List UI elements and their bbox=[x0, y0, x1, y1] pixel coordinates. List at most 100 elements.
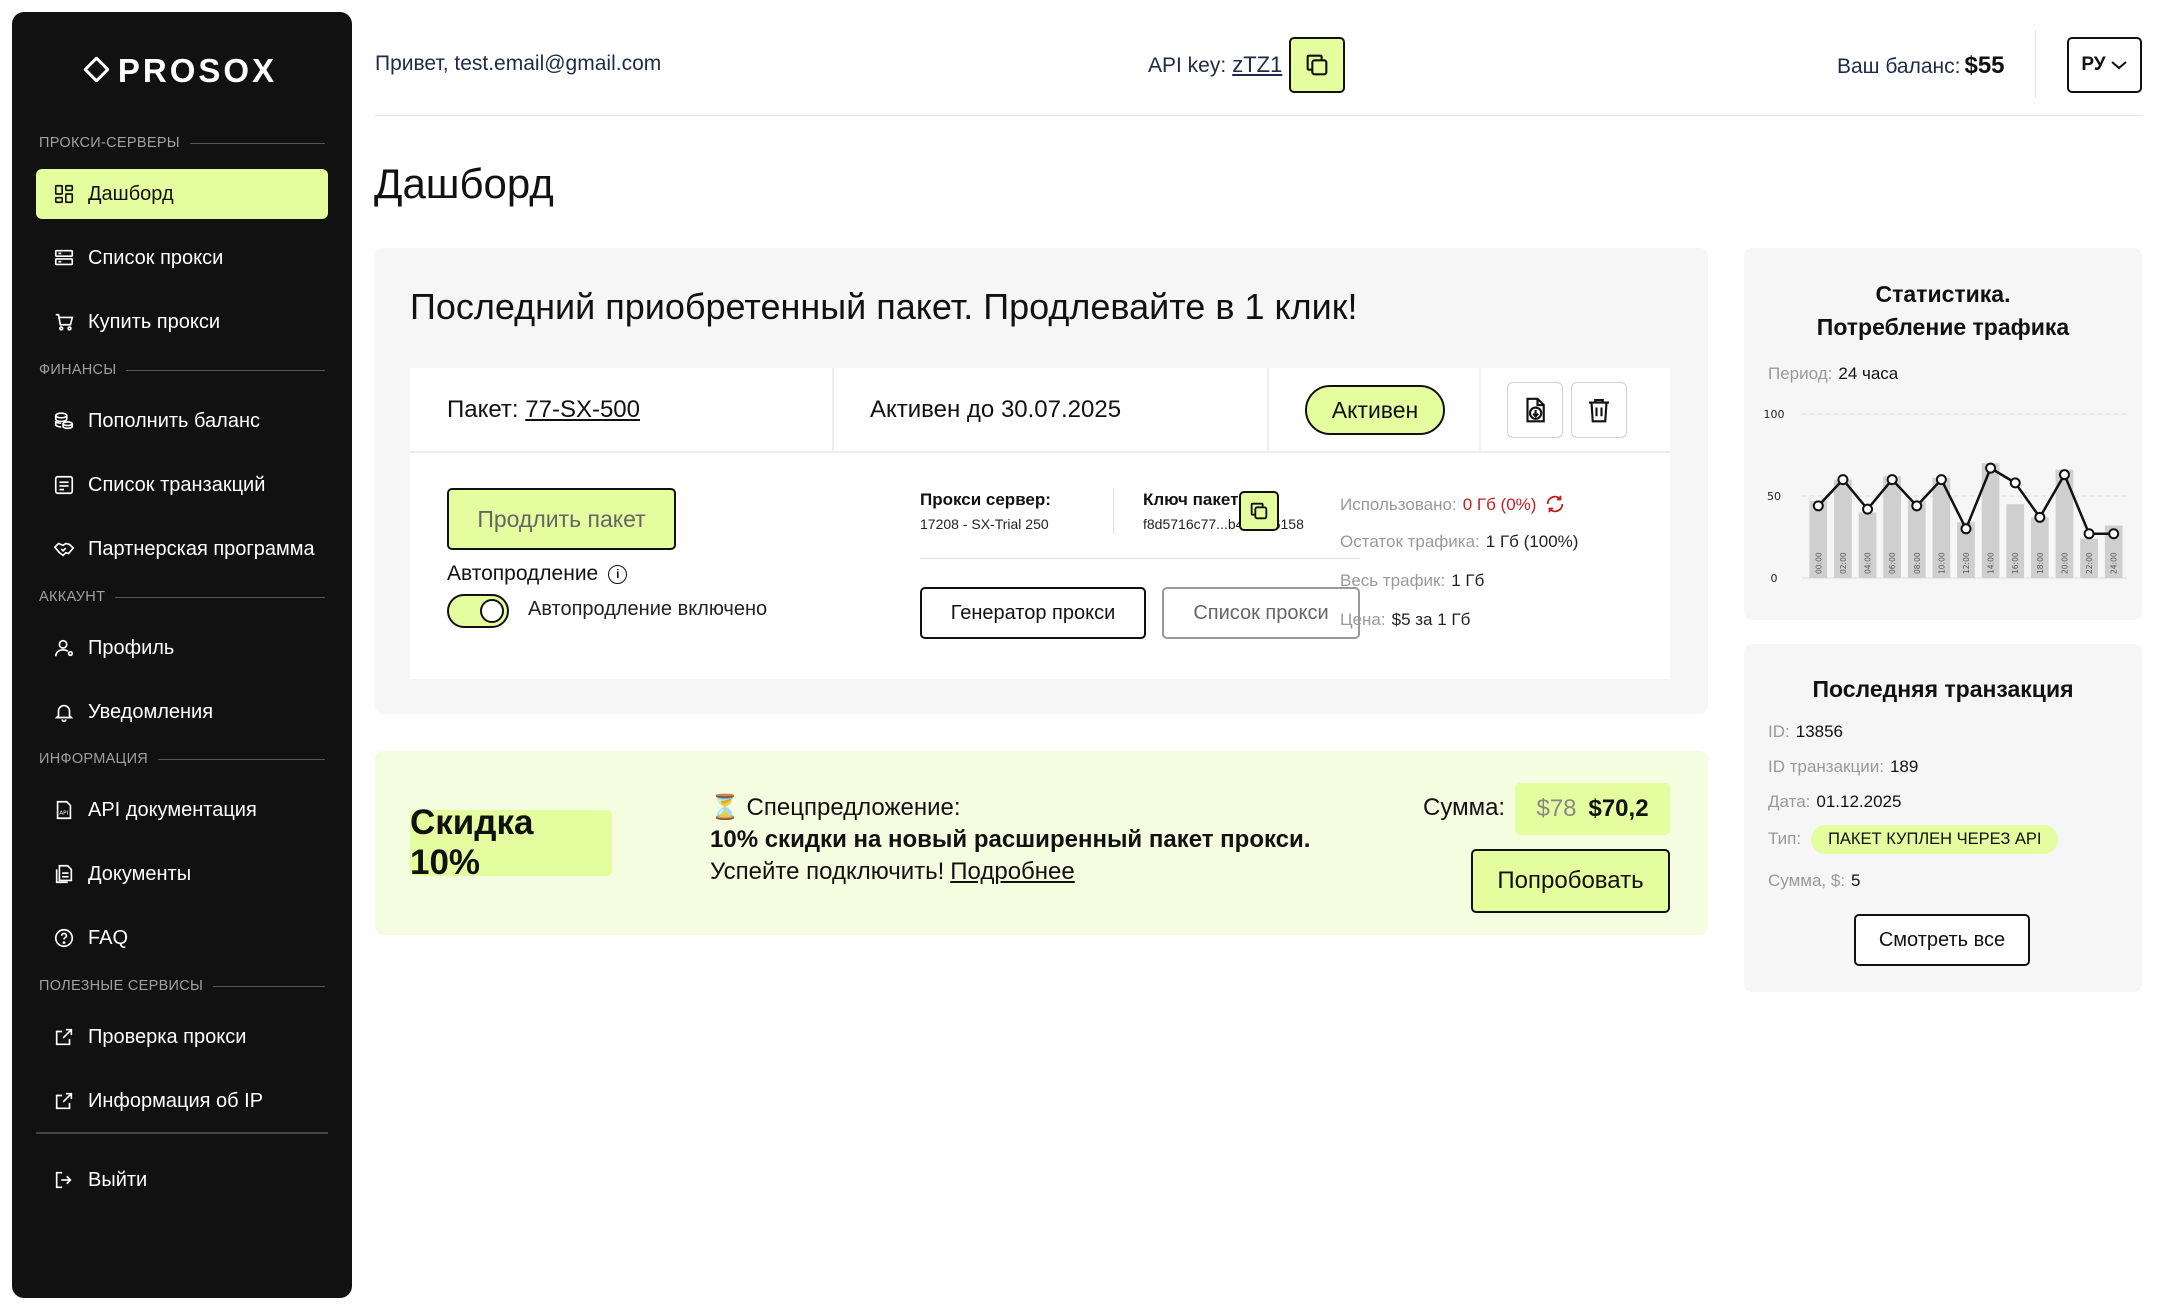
chart-point bbox=[2034, 511, 2046, 523]
y-tick-label: 100 bbox=[1764, 408, 1785, 421]
transaction-title: Последняя транзакция bbox=[1812, 676, 2074, 702]
cart-icon bbox=[52, 310, 76, 334]
greeting: Привет, test.email@gmail.com bbox=[375, 52, 662, 75]
documents-icon bbox=[52, 862, 76, 886]
logo[interactable]: PROSOX bbox=[12, 52, 352, 90]
sidebar-item-documents[interactable]: Документы bbox=[36, 849, 328, 899]
card-title: Последний приобретенный пакет. Продлевай… bbox=[410, 286, 1358, 327]
chevron-down-icon bbox=[2110, 61, 2127, 70]
sidebar-item-notifications[interactable]: Уведомления bbox=[36, 687, 328, 737]
try-button[interactable]: Попробовать bbox=[1471, 849, 1670, 913]
stats-period: Период: 24 часа bbox=[1768, 364, 1899, 383]
package-header-row: Пакет: 77-SX-500 Активен до 30.07.2025 А… bbox=[410, 368, 1670, 453]
external-link-icon bbox=[52, 1089, 76, 1113]
stats-title: Статистика. Потребление трафика bbox=[1816, 281, 2070, 340]
promo-banner: Скидка 10% ⏳ Спецпредложение: 10% скидки… bbox=[375, 751, 1708, 935]
x-tick-label: 02:00 bbox=[1839, 552, 1848, 574]
sidebar-item-buy-proxy[interactable]: Купить прокси bbox=[36, 297, 328, 347]
sidebar-item-label: Список транзакций bbox=[88, 473, 266, 496]
view-all-button[interactable]: Смотреть все bbox=[1854, 914, 2030, 966]
sidebar-item-label: Информация об IP bbox=[88, 1089, 264, 1112]
sidebar-divider bbox=[36, 1132, 328, 1134]
old-price: $78 bbox=[1536, 795, 1577, 822]
chart-point bbox=[2108, 528, 2120, 540]
promo-headline: ⏳ Спецпредложение: bbox=[710, 794, 961, 821]
package-link[interactable]: 77-SX-500 bbox=[525, 396, 640, 423]
info-icon[interactable]: i bbox=[608, 564, 628, 584]
logout-icon bbox=[52, 1168, 76, 1192]
sidebar-item-api-docs[interactable]: API API документация bbox=[36, 785, 328, 835]
x-tick-label: 18:00 bbox=[2036, 552, 2045, 574]
autorenew-label: Автопродление i bbox=[447, 562, 628, 586]
x-tick-label: 12:00 bbox=[1962, 552, 1971, 574]
delete-button[interactable] bbox=[1571, 382, 1627, 438]
sidebar-item-label: Дашборд bbox=[88, 182, 174, 205]
divider bbox=[832, 368, 834, 453]
user-icon bbox=[52, 636, 76, 660]
proxy-list-button[interactable]: Список прокси bbox=[1162, 587, 1360, 639]
sidebar-item-label: API документация bbox=[88, 798, 257, 821]
api-key-value[interactable]: zTZ1 bbox=[1232, 52, 1282, 77]
sidebar-item-label: Документы bbox=[88, 862, 192, 885]
x-tick-label: 24:00 bbox=[2110, 552, 2119, 574]
sidebar-item-label: Список прокси bbox=[88, 246, 224, 269]
section-info: ИНФОРМАЦИЯ bbox=[39, 751, 325, 767]
sidebar-item-faq[interactable]: FAQ bbox=[36, 913, 328, 963]
download-button[interactable] bbox=[1507, 382, 1563, 438]
sidebar-item-label: Пополнить баланс bbox=[88, 409, 260, 432]
promo-details-link[interactable]: Подробнее bbox=[950, 858, 1074, 885]
remaining-traffic: Остаток трафика: 1 Гб (100%) bbox=[1340, 532, 1579, 551]
traffic-stats-card: Статистика. Потребление трафика Период: 24… bbox=[1744, 248, 2142, 620]
bell-icon bbox=[52, 700, 76, 724]
language-selector[interactable]: РУ bbox=[2067, 37, 2142, 93]
chart-point bbox=[1812, 500, 1824, 512]
sidebar-item-logout[interactable]: Выйти bbox=[36, 1155, 328, 1205]
copy-key-button[interactable] bbox=[1239, 491, 1279, 531]
sidebar-item-top-up[interactable]: Пополнить баланс bbox=[36, 396, 328, 446]
chart-point bbox=[2083, 528, 2095, 540]
tx-transaction-id: ID транзакции: 189 bbox=[1768, 757, 1919, 776]
trash-icon bbox=[1589, 398, 1609, 423]
page-title: Дашборд bbox=[374, 160, 554, 207]
package-panel: Пакет: 77-SX-500 Активен до 30.07.2025 А… bbox=[410, 368, 1670, 679]
sidebar-item-transactions[interactable]: Список транзакций bbox=[36, 460, 328, 510]
sidebar-item-dashboard[interactable]: Дашборд bbox=[36, 169, 328, 219]
promo-sum-label: Сумма: bbox=[1423, 794, 1506, 821]
x-tick-label: 22:00 bbox=[2085, 552, 2094, 574]
discount-badge: Скидка 10% bbox=[410, 803, 612, 882]
status-badge: Активен bbox=[1305, 385, 1445, 435]
sidebar-item-label: FAQ bbox=[88, 926, 129, 949]
sidebar-item-label: Проверка прокси bbox=[88, 1025, 247, 1048]
extend-package-button[interactable]: Продлить пакет bbox=[447, 488, 676, 550]
autorenew-toggle[interactable] bbox=[447, 594, 509, 628]
traffic-chart: 0 50 100 00:00 02:00 04:00 06:00 08:00 10:00 12:0… bbox=[1764, 408, 2126, 585]
sidebar-item-ip-info[interactable]: Информация об IP bbox=[36, 1076, 328, 1126]
sidebar-item-label: Купить прокси bbox=[88, 310, 221, 333]
x-tick-label: 16:00 bbox=[2011, 552, 2020, 574]
sidebar-item-label: Партнерская программа bbox=[88, 537, 315, 560]
refresh-icon[interactable] bbox=[1544, 493, 1566, 515]
chart-point bbox=[1960, 523, 1972, 535]
divider bbox=[920, 558, 1360, 559]
dashboard-icon bbox=[52, 182, 76, 206]
last-transaction-card: Последняя транзакция ID: 13856 ID транзак… bbox=[1744, 644, 2142, 992]
section-proxy: ПРОКСИ-СЕРВЕРЫ bbox=[39, 135, 325, 151]
sidebar-item-proxy-list[interactable]: Список прокси bbox=[36, 233, 328, 283]
tx-date: Дата: 01.12.2025 bbox=[1768, 792, 1902, 811]
balance-value: $55 bbox=[1964, 52, 2005, 79]
proxy-generator-button[interactable]: Генератор прокси bbox=[920, 587, 1146, 639]
chart-point bbox=[2058, 469, 2070, 481]
api-key-display: API key: zTZ1 bbox=[1148, 52, 1283, 77]
sidebar-item-label: Уведомления bbox=[88, 700, 214, 723]
balance-display: Ваш баланс: $55 bbox=[1837, 52, 2005, 79]
promo-price: $78 $70,2 bbox=[1515, 783, 1670, 835]
header-divider-line bbox=[375, 115, 2143, 116]
chart-point bbox=[2009, 477, 2021, 489]
sidebar-item-check-proxy[interactable]: Проверка прокси bbox=[36, 1012, 328, 1062]
x-tick-label: 06:00 bbox=[1888, 552, 1897, 574]
sidebar-item-partner[interactable]: Партнерская программа bbox=[36, 524, 328, 574]
y-tick-label: 50 bbox=[1767, 490, 1781, 503]
server-value: 17208 - SX-Trial 250 bbox=[920, 516, 1049, 532]
sidebar-item-profile[interactable]: Профиль bbox=[36, 623, 328, 673]
copy-api-key-button[interactable] bbox=[1289, 37, 1345, 93]
